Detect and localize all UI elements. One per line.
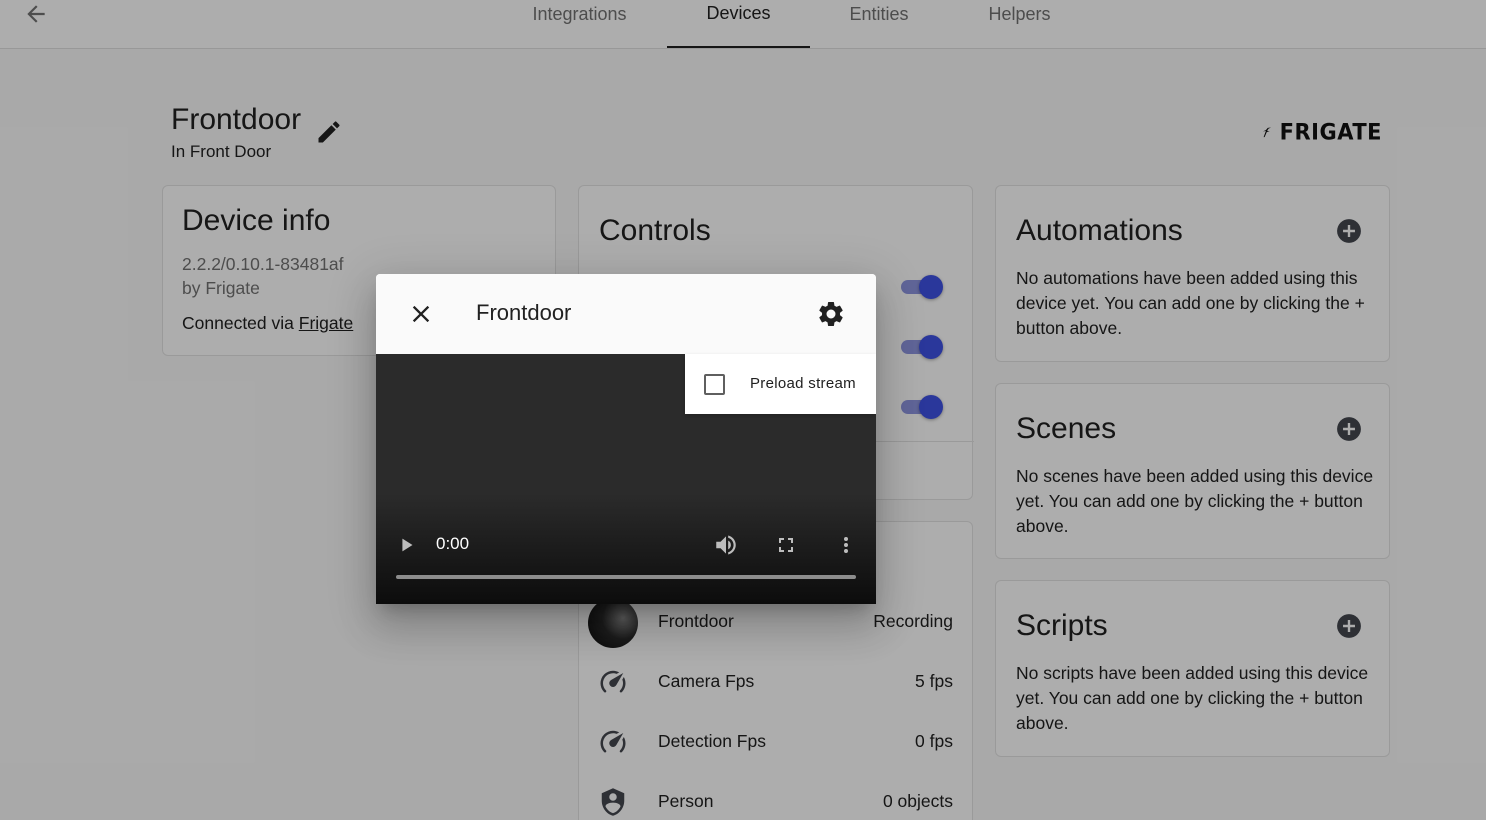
camera-dialog: Frontdoor Preload stream 0:00 (376, 274, 876, 604)
preload-stream-checkbox[interactable] (704, 374, 725, 395)
play-icon[interactable] (396, 533, 418, 557)
dialog-title: Frontdoor (476, 300, 572, 325)
video-seekbar[interactable] (396, 575, 856, 579)
more-vert-icon[interactable] (834, 533, 858, 557)
dialog-header: Frontdoor (376, 274, 876, 354)
preload-stream-menu[interactable]: Preload stream (685, 354, 876, 414)
preload-stream-label: Preload stream (750, 375, 856, 392)
video-time: 0:00 (436, 534, 470, 553)
cog-icon[interactable] (816, 299, 846, 329)
fullscreen-icon[interactable] (774, 533, 798, 557)
volume-icon[interactable] (713, 532, 739, 558)
close-icon[interactable] (407, 300, 435, 328)
